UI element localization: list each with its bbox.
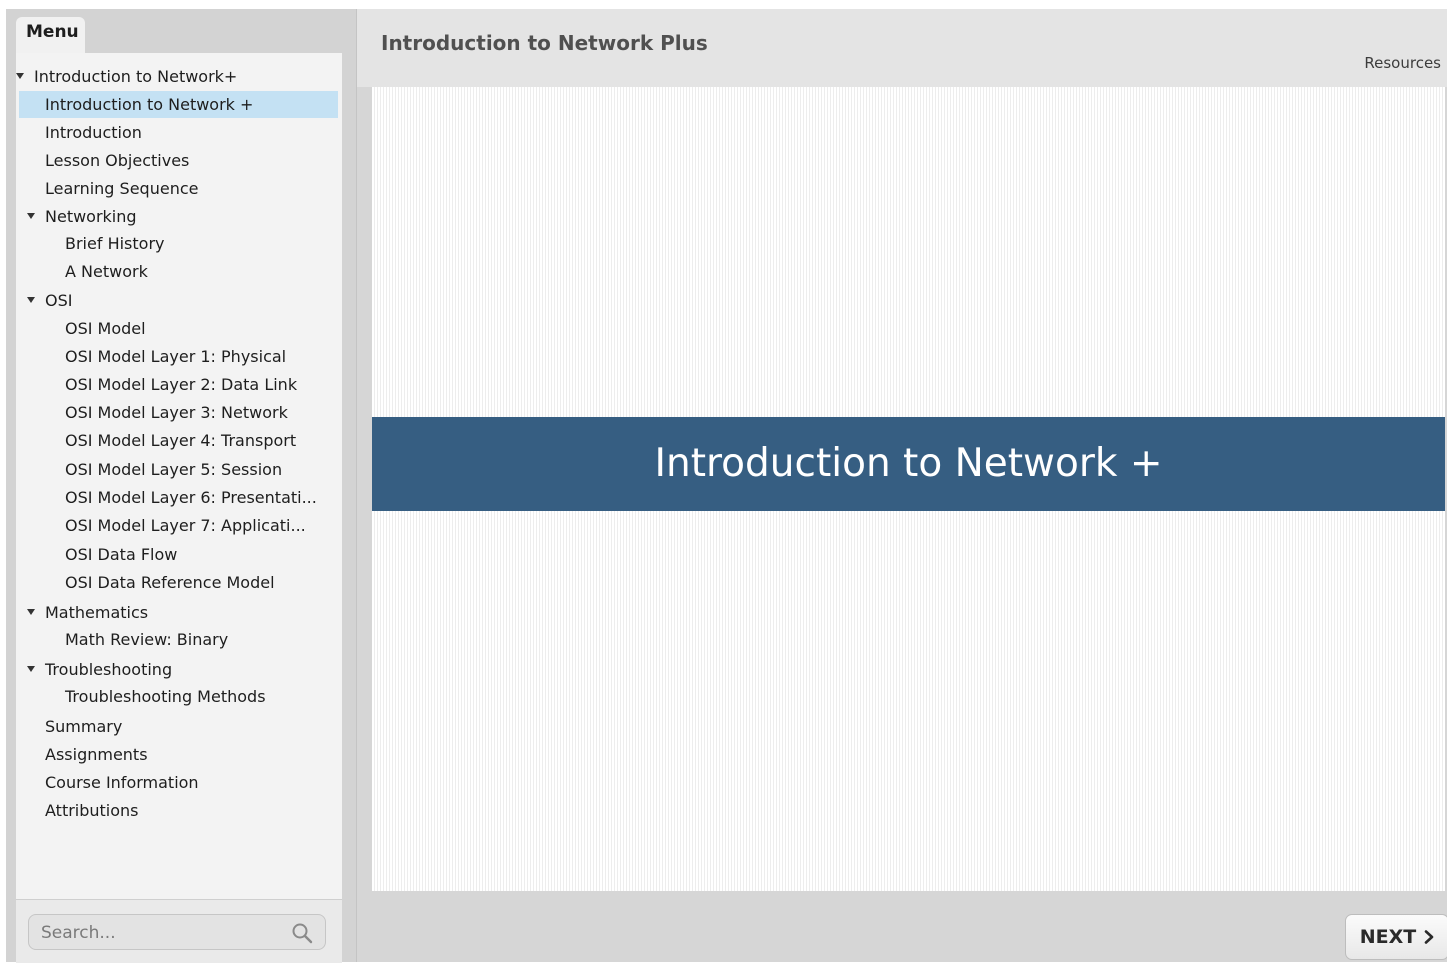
menu-item[interactable]: Math Review: Binary bbox=[16, 626, 342, 653]
menu-item-label: Learning Sequence bbox=[45, 179, 199, 198]
slide-area: Introduction to Network + bbox=[372, 87, 1445, 891]
menu-item-label: Assignments bbox=[45, 745, 148, 764]
menu-item-label: Mathematics bbox=[45, 603, 149, 622]
menu-item-label: OSI Model Layer 3: Network bbox=[65, 403, 288, 422]
next-button-label: NEXT bbox=[1359, 926, 1417, 948]
menu-item[interactable]: OSI Model Layer 5: Session bbox=[16, 456, 342, 483]
footer: NEXT bbox=[357, 891, 1447, 962]
menu-item[interactable]: OSI Model Layer 7: Applicati... bbox=[16, 512, 342, 539]
menu-item[interactable]: Troubleshooting bbox=[16, 656, 342, 683]
caret-down-icon[interactable] bbox=[27, 296, 35, 303]
menu-item-label: Course Information bbox=[45, 773, 199, 792]
resources-link[interactable]: Resources bbox=[1364, 54, 1441, 72]
caret-down-icon[interactable] bbox=[27, 665, 35, 672]
search-box[interactable] bbox=[28, 914, 326, 950]
menu-item-label: Introduction bbox=[45, 123, 142, 142]
menu-item-label: OSI bbox=[45, 291, 73, 310]
menu-item-label: Introduction to Network + bbox=[45, 95, 254, 114]
menu-item[interactable]: A Network bbox=[16, 258, 342, 285]
menu-item-label: OSI Model Layer 2: Data Link bbox=[65, 375, 298, 394]
menu-item[interactable]: Introduction to Network + bbox=[19, 91, 338, 118]
menu-item[interactable]: OSI Model Layer 4: Transport bbox=[16, 427, 342, 454]
menu-item-label: Troubleshooting Methods bbox=[65, 687, 266, 706]
search-input[interactable] bbox=[39, 919, 283, 947]
menu-item-label: Introduction to Network+ bbox=[34, 67, 238, 86]
menu-item[interactable]: Brief History bbox=[16, 230, 342, 257]
main-content: Introduction to Network Plus Resources I… bbox=[357, 9, 1447, 962]
menu-item-label: Troubleshooting bbox=[45, 660, 173, 679]
menu-item[interactable]: Lesson Objectives bbox=[16, 147, 342, 174]
menu-item-label: OSI Model Layer 6: Presentati... bbox=[65, 488, 317, 507]
header: Introduction to Network Plus Resources bbox=[357, 9, 1447, 87]
menu-item-label: OSI Model Layer 7: Applicati... bbox=[65, 516, 306, 535]
caret-down-icon[interactable] bbox=[27, 608, 35, 615]
menu-item[interactable]: OSI bbox=[16, 287, 342, 314]
menu-item[interactable]: Networking bbox=[16, 203, 342, 230]
menu-item[interactable]: OSI Data Reference Model bbox=[16, 569, 342, 596]
menu-item-label: OSI Model Layer 4: Transport bbox=[65, 431, 297, 450]
menu-item[interactable]: OSI Model Layer 3: Network bbox=[16, 399, 342, 426]
menu-item[interactable]: Learning Sequence bbox=[16, 175, 342, 202]
menu-item-label: OSI Data Flow bbox=[65, 545, 178, 564]
menu-item[interactable]: Attributions bbox=[16, 797, 342, 824]
next-button[interactable]: NEXT bbox=[1345, 914, 1447, 960]
menu-item-label: Math Review: Binary bbox=[65, 630, 229, 649]
search-icon[interactable] bbox=[291, 922, 313, 944]
caret-down-icon[interactable] bbox=[27, 212, 35, 219]
menu-item-label: OSI Model Layer 1: Physical bbox=[65, 347, 287, 366]
menu-item-label: Attributions bbox=[45, 801, 139, 820]
menu-item[interactable]: Introduction bbox=[16, 119, 342, 146]
menu-item-label: Lesson Objectives bbox=[45, 151, 190, 170]
menu-item-label: A Network bbox=[65, 262, 148, 281]
menu-item[interactable]: Troubleshooting Methods bbox=[16, 683, 342, 710]
caret-down-icon[interactable] bbox=[16, 72, 24, 79]
menu-item-label: Summary bbox=[45, 717, 123, 736]
course-player: Menu Introduction to Network+ Introductio… bbox=[6, 9, 1447, 963]
menu-item-label: Networking bbox=[45, 207, 137, 226]
menu-item[interactable]: OSI Data Flow bbox=[16, 541, 342, 568]
menu-item[interactable]: OSI Model bbox=[16, 315, 342, 342]
slide-title-banner: Introduction to Network + bbox=[372, 417, 1445, 511]
menu-item-label: OSI Data Reference Model bbox=[65, 573, 275, 592]
chevron-right-icon bbox=[1424, 930, 1434, 944]
menu-item[interactable]: Introduction to Network+ bbox=[16, 63, 342, 90]
menu-item-label: OSI Model bbox=[65, 319, 146, 338]
menu-item[interactable]: OSI Model Layer 2: Data Link bbox=[16, 371, 342, 398]
menu-item[interactable]: Mathematics bbox=[16, 599, 342, 626]
menu-tab[interactable]: Menu bbox=[16, 17, 85, 55]
menu-item[interactable]: Course Information bbox=[16, 769, 342, 796]
menu-item[interactable]: OSI Model Layer 6: Presentati... bbox=[16, 484, 342, 511]
course-title: Introduction to Network Plus bbox=[381, 31, 708, 55]
menu-item-label: OSI Model Layer 5: Session bbox=[65, 460, 283, 479]
menu-panel: Introduction to Network+ Introduction to … bbox=[16, 53, 342, 899]
sidebar: Menu Introduction to Network+ Introductio… bbox=[6, 9, 357, 963]
menu-item[interactable]: Summary bbox=[16, 713, 342, 740]
menu-item[interactable]: OSI Model Layer 1: Physical bbox=[16, 343, 342, 370]
search-area bbox=[16, 899, 342, 963]
menu-item-label: Brief History bbox=[65, 234, 165, 253]
menu-item[interactable]: Assignments bbox=[16, 741, 342, 768]
